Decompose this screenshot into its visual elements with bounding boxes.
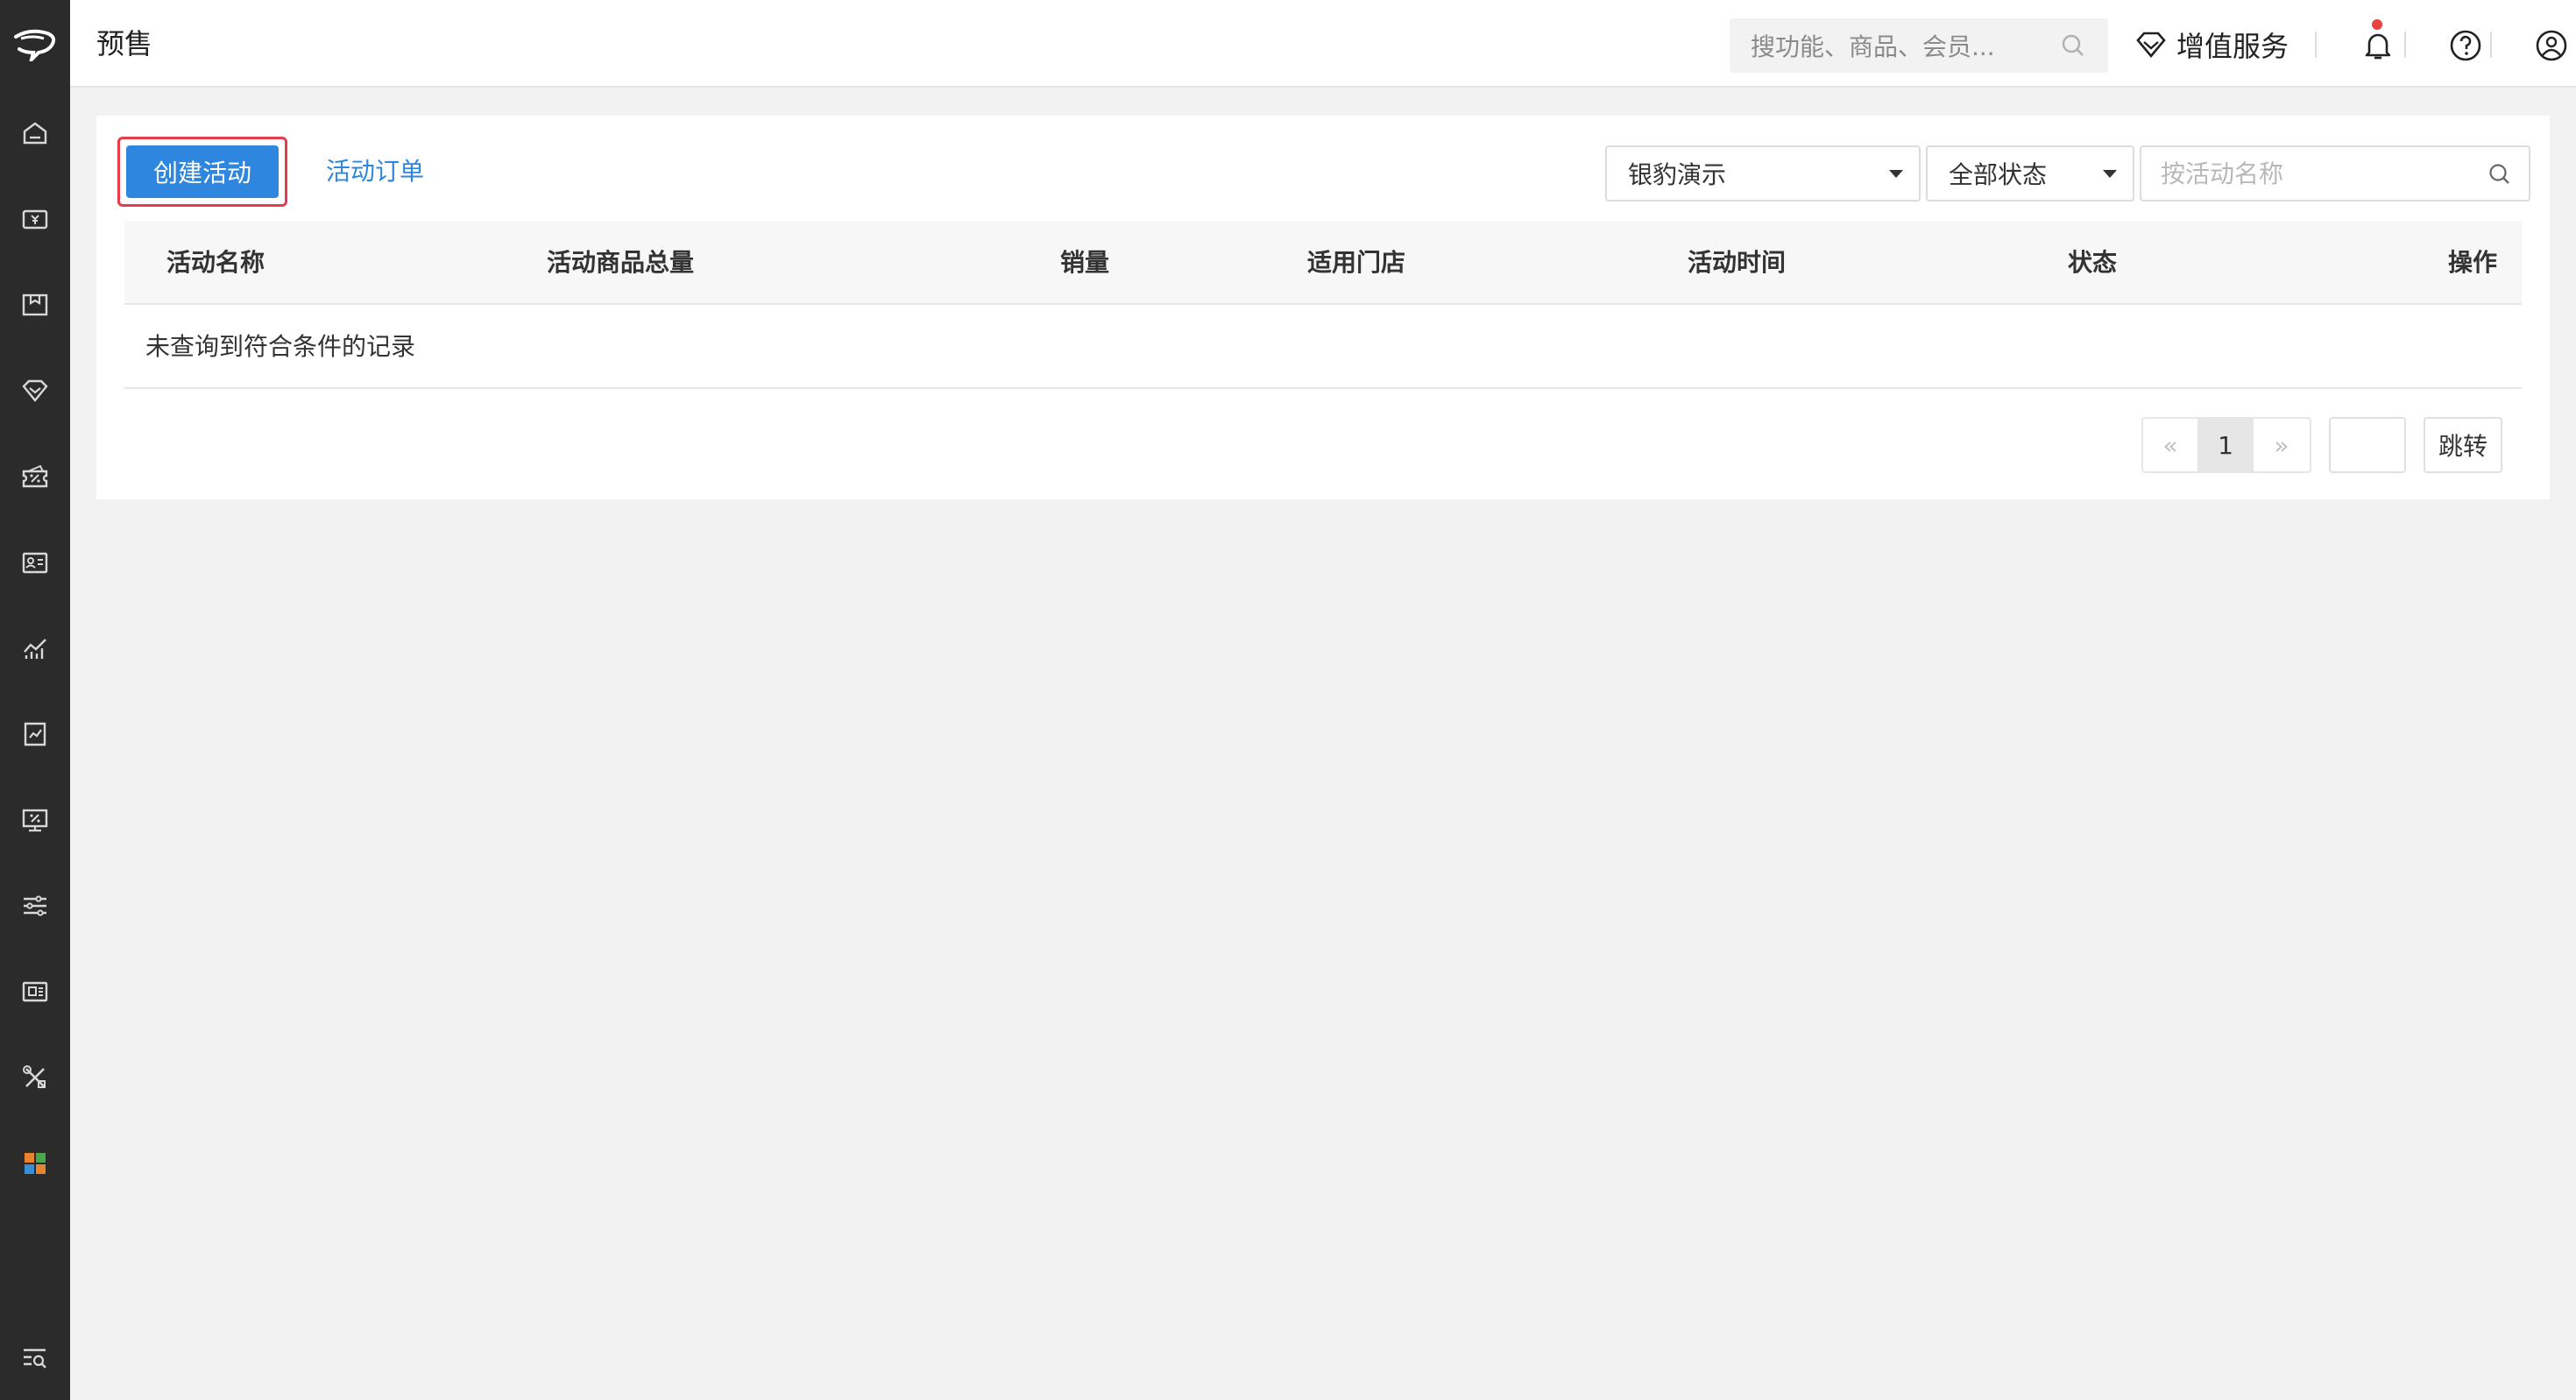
caret-down-icon [2103,170,2117,178]
page-jump-button[interactable]: 跳转 [2424,417,2502,473]
column-header: 状态 [2068,248,2118,277]
goods-icon[interactable] [0,280,70,329]
user-account-icon[interactable] [2532,26,2571,65]
activity-orders-link[interactable]: 活动订单 [326,154,424,189]
bell-icon[interactable] [2359,26,2397,65]
member-icon[interactable] [0,366,70,415]
app-store-icon[interactable] [0,967,70,1016]
search-menu-icon[interactable] [0,1333,70,1382]
search-icon[interactable] [2059,32,2087,60]
status-select-value: 全部状态 [1949,160,2048,189]
caret-down-icon [1889,170,1903,178]
column-header: 活动时间 [1688,248,1787,277]
create-activity-button[interactable]: 创建活动 [126,145,279,198]
empty-state-text: 未查询到符合条件的记录 [145,332,416,361]
store-select-value: 银豹演示 [1628,160,1727,189]
top-header: 预售 搜功能、商品、会员... 增值服务 [70,0,2576,88]
diamond-icon [2136,32,2166,59]
empty-table-row: 未查询到符合条件的记录 [124,305,2522,389]
column-header: 适用门店 [1307,248,1406,277]
pagination-next-button[interactable]: » [2254,417,2311,473]
activity-name-input[interactable] [2161,154,2476,193]
header-divider [2315,32,2317,58]
settings-sliders-icon[interactable] [0,881,70,930]
activity-name-search[interactable] [2140,145,2530,202]
column-header: 活动名称 [166,248,265,277]
value-added-service-label: 增值服务 [2176,30,2289,63]
search-icon[interactable] [2487,161,2513,187]
table-header: 活动名称 活动商品总量 销量 适用门店 活动时间 状态 操作 [124,221,2522,305]
page-jump-input[interactable] [2329,417,2406,473]
header-divider [2490,32,2492,58]
create-button-highlight: 创建活动 [117,137,287,207]
promotion-icon[interactable] [0,795,70,845]
sidebar [0,0,70,1400]
notification-dot [2372,19,2382,30]
report-icon[interactable] [0,710,70,759]
logo-icon[interactable] [0,0,70,88]
pagination-page-1[interactable]: 1 [2197,417,2255,473]
column-header: 操作 [2448,248,2498,277]
staff-icon[interactable] [0,538,70,587]
header-divider [2404,32,2406,58]
store-select[interactable]: 银豹演示 [1605,145,1921,202]
pagination-prev-button[interactable]: « [2141,417,2199,473]
value-added-service-button[interactable]: 增值服务 [2134,25,2289,65]
column-header: 活动商品总量 [547,248,695,277]
global-search-input[interactable]: 搜功能、商品、会员... [1730,18,2108,73]
column-header: 销量 [1060,248,1110,277]
global-search-placeholder: 搜功能、商品、会员... [1751,32,1995,61]
apps-grid-icon[interactable] [0,1139,70,1188]
home-icon[interactable] [0,109,70,158]
tools-icon[interactable] [0,1053,70,1102]
page-title: 预售 [96,27,153,60]
marketing-icon[interactable] [0,452,70,501]
status-select[interactable]: 全部状态 [1926,145,2134,202]
analytics-icon[interactable] [0,624,70,673]
help-icon[interactable] [2446,26,2485,65]
cashier-icon[interactable] [0,194,70,244]
presale-activity-panel: 创建活动 活动订单 银豹演示 全部状态 活动名称 活动商品总量 销量 适用门店 … [96,116,2550,499]
